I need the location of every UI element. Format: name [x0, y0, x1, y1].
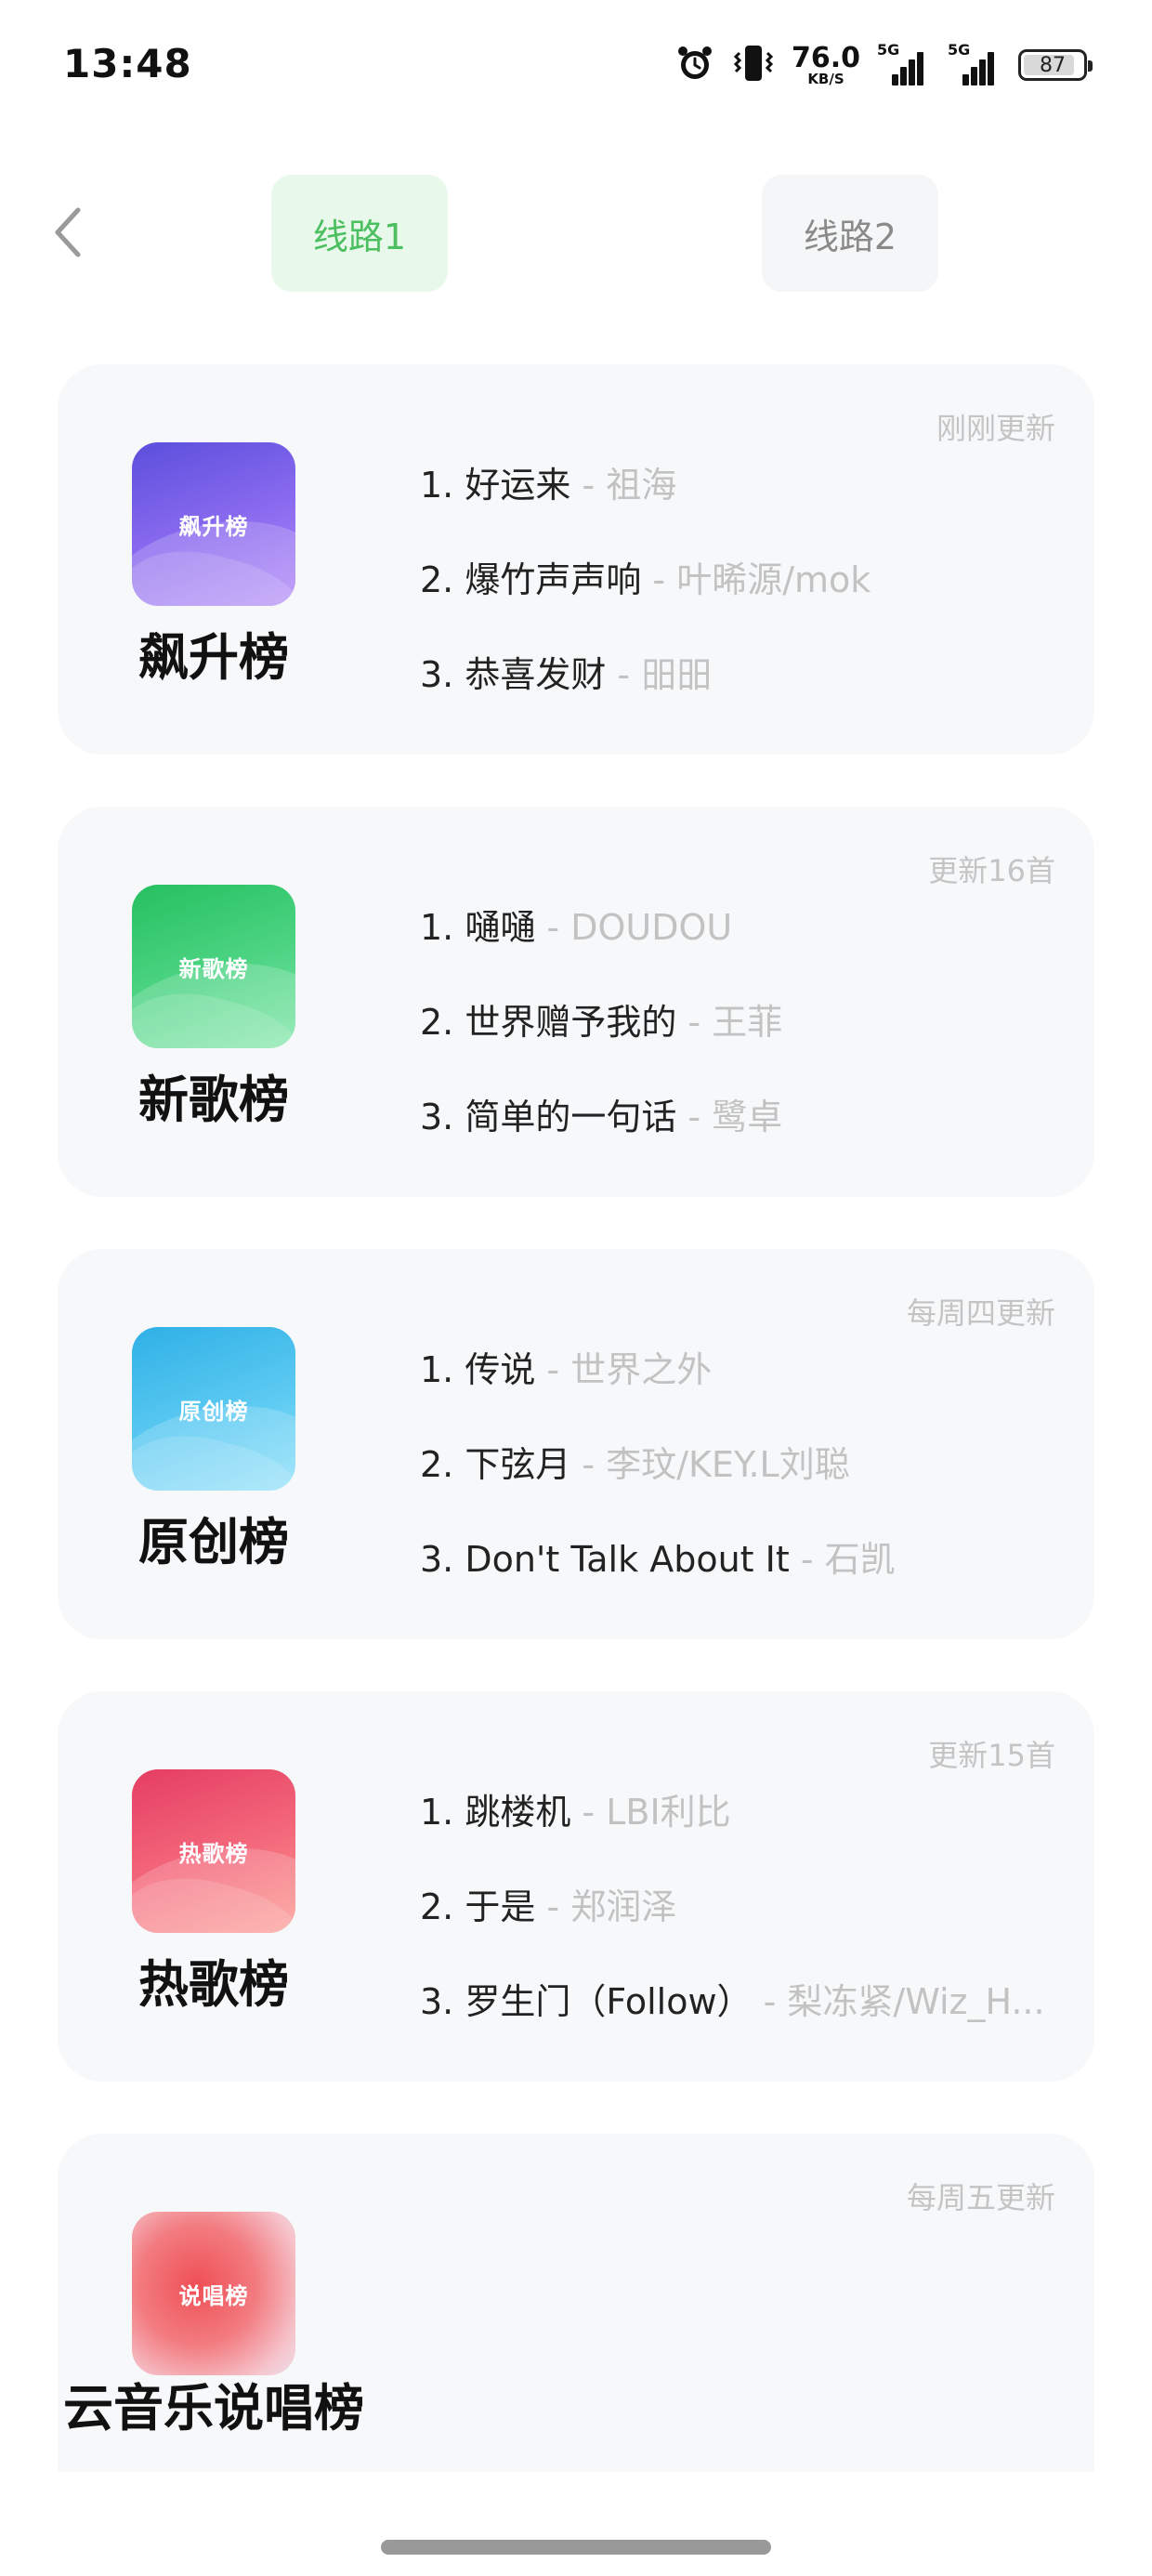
- song-title: 2. 于是: [420, 1886, 536, 1927]
- chart-update-status: 每周四更新: [906, 1295, 1055, 1331]
- chart-top-songs: 1. 好运来 - 祖海 2. 爆竹声声响 - 叶晞源/mok 3. 恭喜发财 -…: [420, 457, 1070, 742]
- signal-icon: 5G: [948, 41, 1001, 85]
- song-title: 3. 罗生门（Follow）: [420, 1981, 753, 2022]
- chart-cover-label: 原创榜: [178, 1398, 249, 1425]
- chart-cover: 原创榜: [132, 1327, 295, 1491]
- chart-top-songs: 1. 传说 - 世界之外 2. 下弦月 - 李玟/KEY.L刘聪 3. Don'…: [420, 1342, 1070, 1626]
- song-artist: - 鹭卓: [676, 1097, 783, 1137]
- home-indicator[interactable]: [381, 2540, 771, 2555]
- song-artist: - 郑润泽: [535, 1886, 677, 1927]
- song-title: 2. 爆竹声声响: [420, 559, 642, 600]
- tab-route-1[interactable]: 线路1: [271, 175, 448, 292]
- chart-cover-label: 热歌榜: [178, 1840, 249, 1867]
- chart-cover-label: 说唱榜: [178, 2282, 249, 2309]
- song-title: 2. 世界赠予我的: [420, 1002, 677, 1043]
- song-title: 1. 好运来: [420, 465, 571, 506]
- battery-level: 87: [1040, 53, 1066, 77]
- song-artist: - 王菲: [676, 1002, 783, 1043]
- status-time: 13:48: [63, 41, 192, 86]
- network-speed: 76.0 KB/S: [791, 41, 860, 87]
- chart-update-status: 刚刚更新: [936, 411, 1055, 446]
- song-item[interactable]: 1. 嗵嗵 - DOUDOU: [420, 900, 1070, 994]
- chart-name: 原创榜: [138, 1513, 289, 1571]
- alarm-icon: [674, 43, 715, 87]
- song-artist: - 祖海: [570, 465, 677, 506]
- song-title: 1. 传说: [420, 1349, 536, 1390]
- status-icons: 76.0 KB/S 5G 5G 87: [674, 41, 1093, 89]
- chart-name: 云音乐说唱榜: [63, 2379, 364, 2438]
- back-button[interactable]: [45, 203, 91, 262]
- chart-top-songs: 1. 嗵嗵 - DOUDOU 2. 世界赠予我的 - 王菲 3. 简单的一句话 …: [420, 900, 1070, 1184]
- chart-card-rap[interactable]: 说唱榜 云音乐说唱榜 每周五更新: [58, 2134, 1094, 2472]
- battery-icon: 87: [1018, 49, 1093, 81]
- chart-card-soaring[interactable]: 飙升榜 飙升榜 刚刚更新 1. 好运来 - 祖海 2. 爆竹声声响 - 叶晞源/…: [58, 364, 1094, 755]
- song-title: 1. 跳楼机: [420, 1792, 571, 1833]
- chart-update-status: 每周五更新: [906, 2180, 1055, 2215]
- song-title: 3. 恭喜发财: [420, 654, 607, 695]
- chart-card-original[interactable]: 原创榜 原创榜 每周四更新 1. 传说 - 世界之外 2. 下弦月 - 李玟/K…: [58, 1249, 1094, 1639]
- song-artist: - DOUDOU: [535, 907, 733, 948]
- song-item[interactable]: 2. 世界赠予我的 - 王菲: [420, 994, 1070, 1089]
- chart-list: 飙升榜 飙升榜 刚刚更新 1. 好运来 - 祖海 2. 爆竹声声响 - 叶晞源/…: [58, 364, 1094, 2472]
- song-artist: - 叶晞源/mok: [641, 559, 871, 600]
- song-item[interactable]: 2. 于是 - 郑润泽: [420, 1879, 1070, 1974]
- chart-update-status: 更新15首: [928, 1738, 1055, 1773]
- chart-card-new[interactable]: 新歌榜 新歌榜 更新16首 1. 嗵嗵 - DOUDOU 2. 世界赠予我的 -…: [58, 807, 1094, 1197]
- song-artist: - 石凯: [789, 1539, 896, 1580]
- chevron-left-icon: [55, 207, 81, 257]
- song-title: 1. 嗵嗵: [420, 907, 536, 948]
- chart-cover: 说唱榜: [132, 2212, 295, 2375]
- song-item[interactable]: 3. 罗生门（Follow） - 梨冻紧/Wiz_H...: [420, 1974, 1070, 2069]
- song-title: 3. Don't Talk About It: [420, 1539, 790, 1580]
- song-item[interactable]: 3. 简单的一句话 - 鹭卓: [420, 1089, 1070, 1184]
- song-title: 3. 简单的一句话: [420, 1097, 677, 1137]
- chart-name: 飙升榜: [138, 628, 289, 687]
- chart-cover: 热歌榜: [132, 1769, 295, 1933]
- song-item[interactable]: 1. 好运来 - 祖海: [420, 457, 1070, 552]
- song-item[interactable]: 1. 跳楼机 - LBI利比: [420, 1784, 1070, 1879]
- network-speed-value: 76.0: [791, 41, 860, 74]
- chart-card-hot[interactable]: 热歌榜 热歌榜 更新15首 1. 跳楼机 - LBI利比 2. 于是 - 郑润泽…: [58, 1691, 1094, 2082]
- signal-icon: 5G: [877, 41, 931, 85]
- song-title: 2. 下弦月: [420, 1444, 571, 1485]
- network-speed-unit: KB/S: [807, 70, 844, 87]
- status-bar: 13:48 76.0 KB/S 5G 5G 87: [0, 0, 1152, 139]
- song-item[interactable]: 1. 传说 - 世界之外: [420, 1342, 1070, 1437]
- chart-name: 热歌榜: [138, 1955, 289, 2014]
- song-item[interactable]: 3. 恭喜发财 - 昍昍: [420, 647, 1070, 742]
- vibrate-icon: [732, 42, 775, 88]
- chart-cover: 飙升榜: [132, 442, 295, 606]
- song-artist: - 李玟/KEY.L刘聪: [570, 1444, 850, 1485]
- song-item[interactable]: 2. 下弦月 - 李玟/KEY.L刘聪: [420, 1437, 1070, 1531]
- song-item[interactable]: 3. Don't Talk About It - 石凯: [420, 1531, 1070, 1626]
- chart-name: 新歌榜: [138, 1071, 289, 1129]
- song-artist: - 梨冻紧/Wiz_H...: [752, 1981, 1045, 2022]
- top-nav: 线路1 线路2: [0, 167, 1152, 297]
- signal-1-tag: 5G: [877, 41, 900, 59]
- signal-2-tag: 5G: [948, 41, 971, 59]
- song-artist: - 世界之外: [535, 1349, 713, 1390]
- song-artist: - LBI利比: [570, 1792, 731, 1833]
- tab-route-2[interactable]: 线路2: [762, 175, 938, 292]
- song-item[interactable]: 2. 爆竹声声响 - 叶晞源/mok: [420, 552, 1070, 647]
- chart-cover-label: 新歌榜: [178, 955, 249, 982]
- chart-update-status: 更新16首: [928, 853, 1055, 888]
- song-artist: - 昍昍: [606, 654, 713, 695]
- chart-cover: 新歌榜: [132, 885, 295, 1048]
- chart-cover-label: 飙升榜: [178, 513, 249, 540]
- chart-top-songs: 1. 跳楼机 - LBI利比 2. 于是 - 郑润泽 3. 罗生门（Follow…: [420, 1784, 1070, 2069]
